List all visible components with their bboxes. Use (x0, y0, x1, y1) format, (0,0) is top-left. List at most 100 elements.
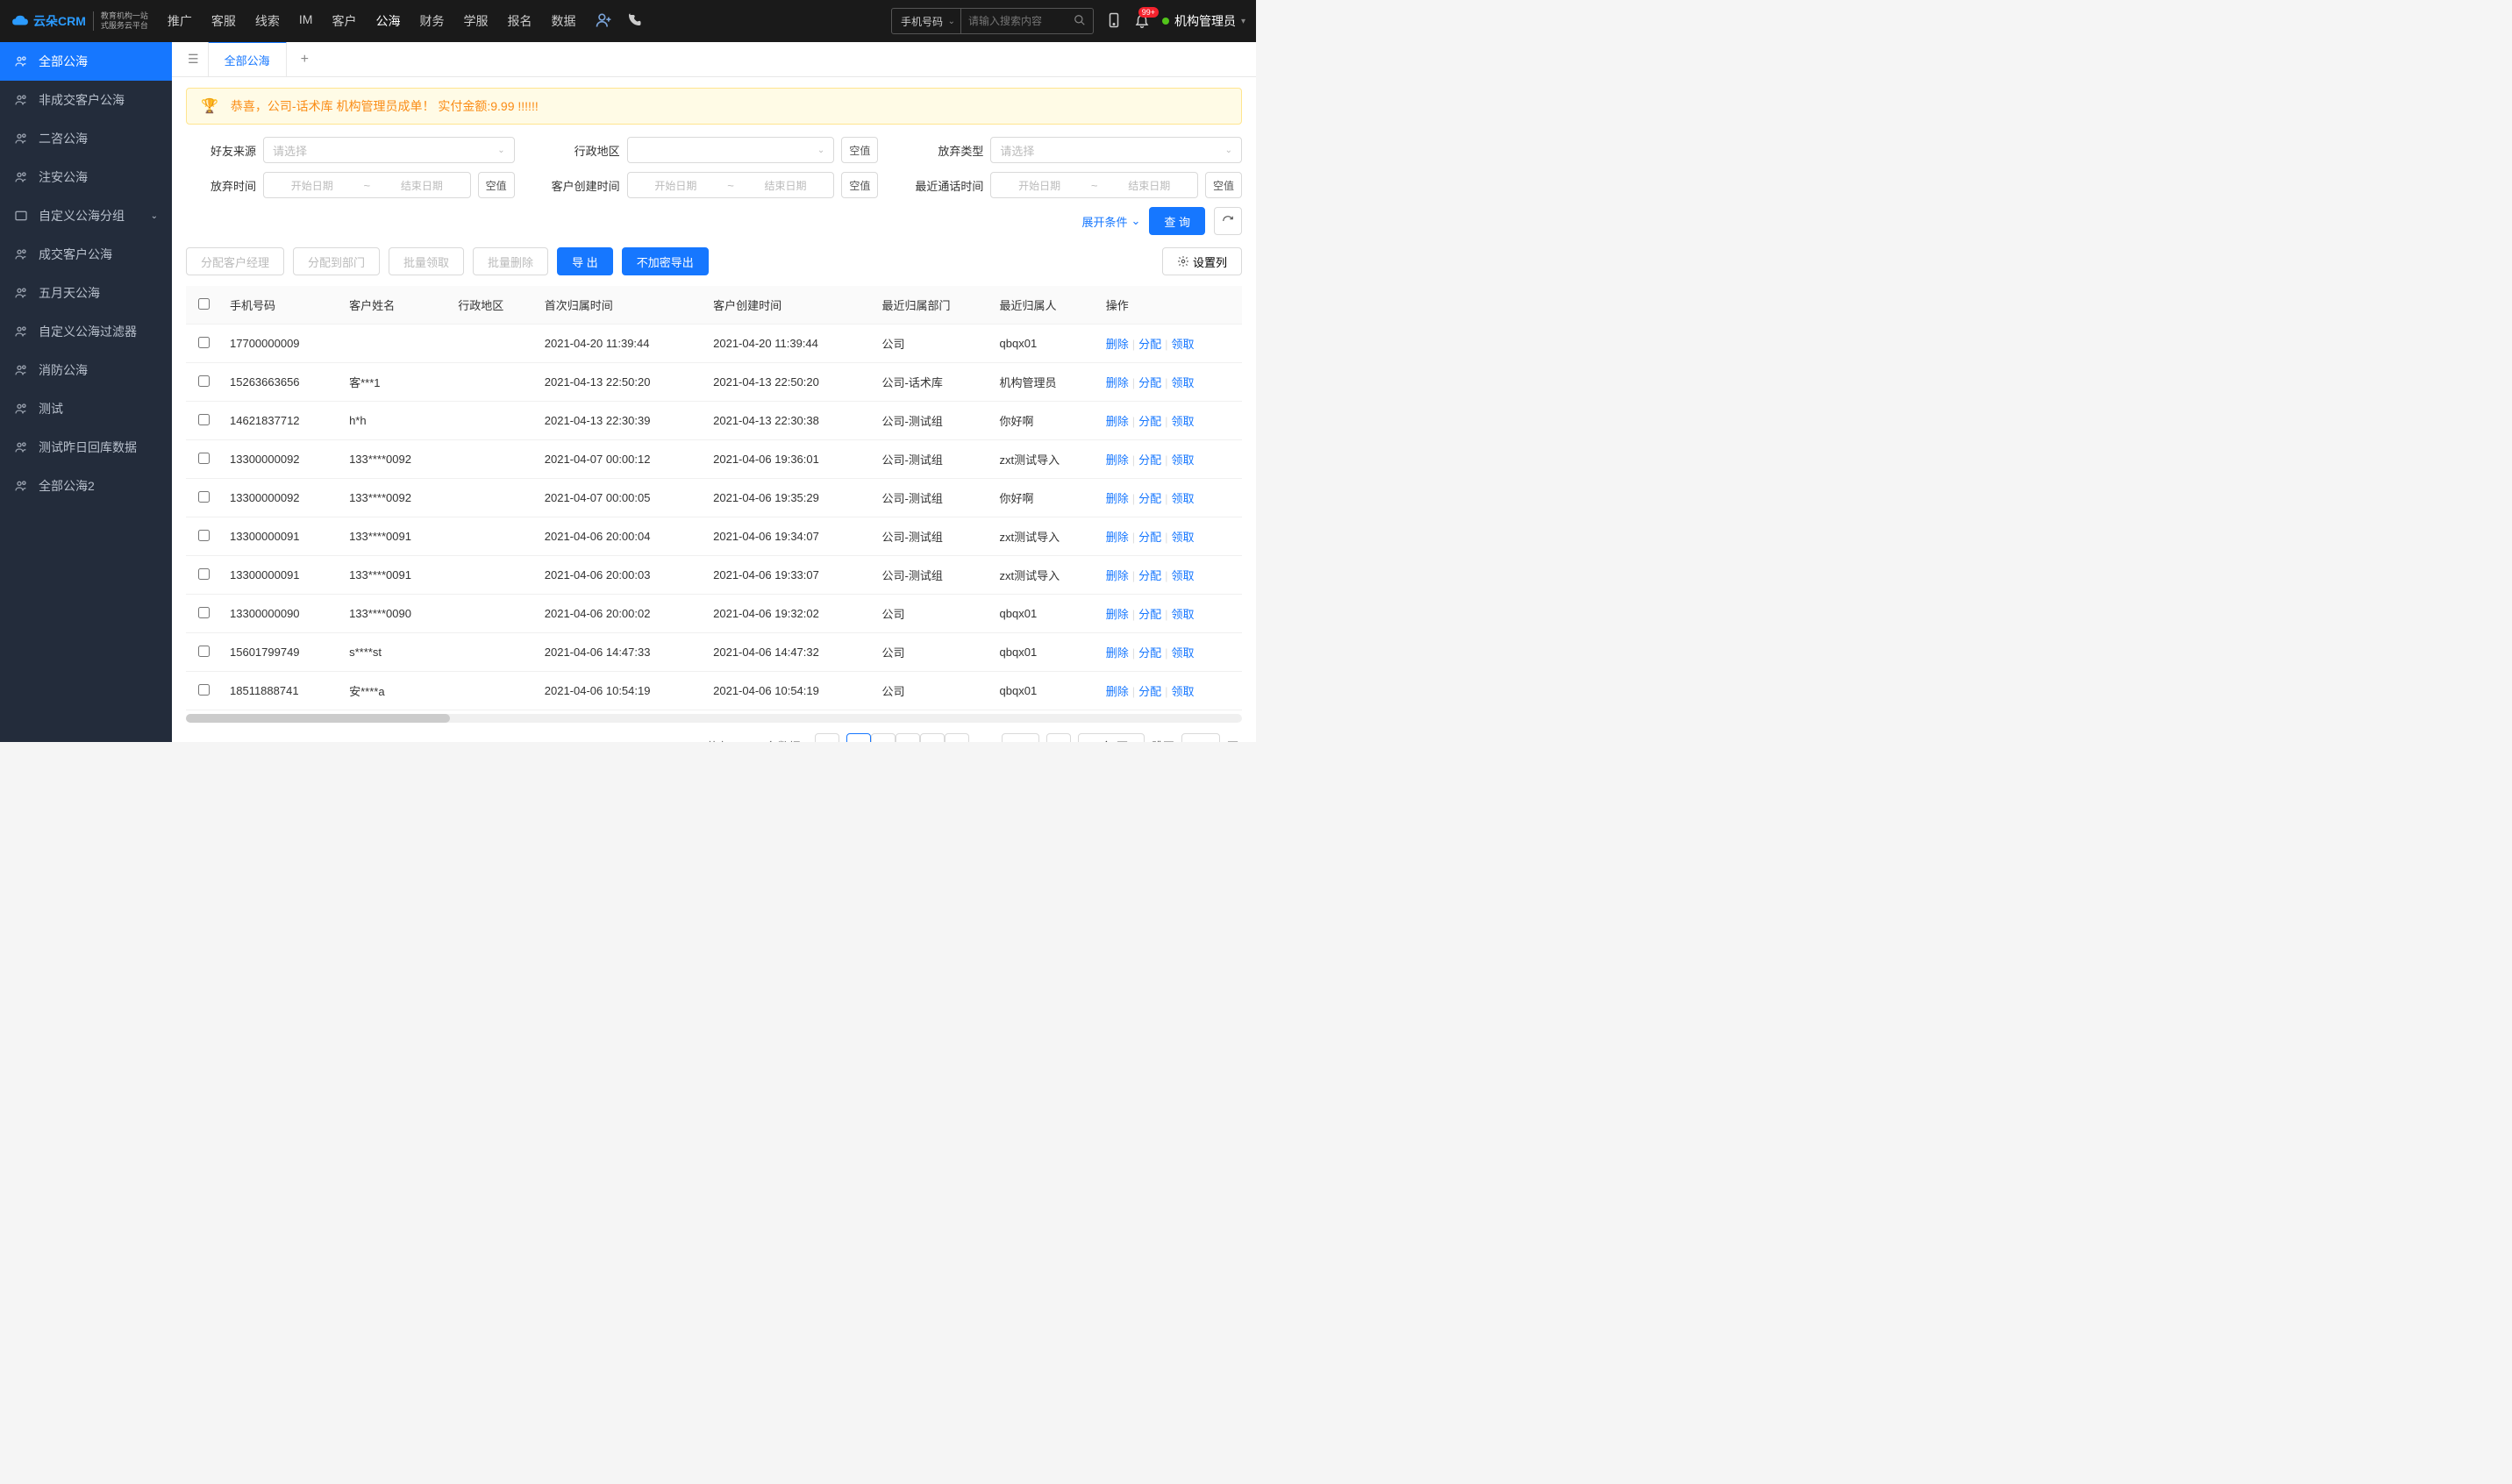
region-select[interactable]: ⌄ (627, 137, 835, 163)
expand-filters-link[interactable]: 展开条件 ⌄ (1081, 213, 1140, 230)
batch-delete-button[interactable]: 批量删除 (473, 247, 548, 275)
abandon-time-empty-button[interactable]: 空值 (478, 172, 515, 198)
assign-link[interactable]: 分配 (1138, 608, 1161, 621)
claim-link[interactable]: 领取 (1172, 338, 1195, 351)
row-checkbox[interactable] (198, 530, 210, 541)
mobile-icon[interactable] (1106, 12, 1122, 31)
row-checkbox[interactable] (198, 568, 210, 580)
sidebar-item[interactable]: 五月天公海 (0, 274, 172, 312)
user-menu[interactable]: 机构管理员 ▾ (1162, 12, 1245, 30)
assign-dept-button[interactable]: 分配到部门 (293, 247, 380, 275)
nav-item[interactable]: 学服 (461, 9, 489, 33)
delete-link[interactable]: 删除 (1106, 531, 1129, 544)
nav-item[interactable]: 客户 (330, 9, 358, 33)
page-size-select[interactable]: 10 条/页 (1078, 733, 1145, 742)
row-checkbox[interactable] (198, 491, 210, 503)
nav-item[interactable]: 报名 (505, 9, 533, 33)
nav-item[interactable]: 财务 (417, 9, 446, 33)
assign-link[interactable]: 分配 (1138, 338, 1161, 351)
sidebar-item[interactable]: 自定义公海过滤器 (0, 312, 172, 351)
jump-page-input[interactable] (1181, 733, 1220, 742)
select-all-checkbox[interactable] (198, 298, 210, 310)
delete-link[interactable]: 删除 (1106, 492, 1129, 505)
sidebar-item[interactable]: 成交客户公海 (0, 235, 172, 274)
claim-link[interactable]: 领取 (1172, 608, 1195, 621)
page-number-button[interactable]: 4 (920, 733, 945, 742)
assign-link[interactable]: 分配 (1138, 492, 1161, 505)
sidebar-item[interactable]: 全部公海 (0, 42, 172, 81)
create-time-empty-button[interactable]: 空值 (841, 172, 878, 198)
abandon-type-select[interactable]: 请选择⌄ (990, 137, 1242, 163)
row-checkbox[interactable] (198, 607, 210, 618)
sidebar-item[interactable]: 测试昨日回库数据 (0, 428, 172, 467)
logo[interactable]: 云朵CRM 教育机构一站 式服务云平台 (11, 11, 148, 31)
create-time-range[interactable]: 开始日期~结束日期 (627, 172, 835, 198)
assign-link[interactable]: 分配 (1138, 376, 1161, 389)
sidebar-item[interactable]: 非成交客户公海 (0, 81, 172, 119)
sidebar-item[interactable]: 二咨公海 (0, 119, 172, 158)
claim-link[interactable]: 领取 (1172, 685, 1195, 698)
horizontal-scrollbar[interactable] (186, 714, 1242, 723)
delete-link[interactable]: 删除 (1106, 569, 1129, 582)
assign-link[interactable]: 分配 (1138, 569, 1161, 582)
delete-link[interactable]: 删除 (1106, 608, 1129, 621)
set-columns-button[interactable]: 设置列 (1162, 247, 1242, 275)
delete-link[interactable]: 删除 (1106, 338, 1129, 351)
nav-item[interactable]: 推广 (166, 9, 194, 33)
assign-link[interactable]: 分配 (1138, 531, 1161, 544)
claim-link[interactable]: 领取 (1172, 415, 1195, 428)
region-empty-button[interactable]: 空值 (841, 137, 878, 163)
assign-manager-button[interactable]: 分配客户经理 (186, 247, 284, 275)
claim-link[interactable]: 领取 (1172, 531, 1195, 544)
phone-icon[interactable] (626, 12, 642, 31)
row-checkbox[interactable] (198, 684, 210, 696)
last-call-range[interactable]: 开始日期~结束日期 (990, 172, 1198, 198)
row-checkbox[interactable] (198, 646, 210, 657)
sidebar-item[interactable]: 全部公海2 (0, 467, 172, 505)
nav-item[interactable]: 公海 (374, 9, 402, 33)
tab-all-pool[interactable]: 全部公海 (208, 42, 287, 76)
export-button[interactable]: 导 出 (557, 247, 613, 275)
nav-item[interactable]: 数据 (549, 9, 577, 33)
page-number-button[interactable]: 3 (896, 733, 920, 742)
page-number-button[interactable]: 5 (945, 733, 969, 742)
sidebar-item[interactable]: 注安公海 (0, 158, 172, 196)
assign-link[interactable]: 分配 (1138, 685, 1161, 698)
add-user-icon[interactable] (595, 11, 612, 32)
notification-bell-icon[interactable]: 99+ (1134, 12, 1150, 31)
tabs-toggle-icon[interactable]: ☰ (179, 52, 208, 67)
row-checkbox[interactable] (198, 337, 210, 348)
claim-link[interactable]: 领取 (1172, 492, 1195, 505)
nav-item[interactable]: IM (297, 9, 315, 33)
last-page-button[interactable]: 6882 (1002, 733, 1039, 742)
export-plain-button[interactable]: 不加密导出 (622, 247, 709, 275)
delete-link[interactable]: 删除 (1106, 415, 1129, 428)
tab-add-button[interactable]: + (287, 52, 323, 68)
claim-link[interactable]: 领取 (1172, 569, 1195, 582)
delete-link[interactable]: 删除 (1106, 376, 1129, 389)
sidebar-item[interactable]: 消防公海 (0, 351, 172, 389)
assign-link[interactable]: 分配 (1138, 453, 1161, 467)
next-page-button[interactable]: › (1046, 733, 1071, 742)
friend-source-select[interactable]: 请选择⌄ (263, 137, 515, 163)
row-checkbox[interactable] (198, 414, 210, 425)
last-call-empty-button[interactable]: 空值 (1205, 172, 1242, 198)
search-type-select[interactable]: 手机号码 (892, 9, 961, 33)
prev-page-button[interactable]: ‹ (815, 733, 839, 742)
claim-link[interactable]: 领取 (1172, 376, 1195, 389)
page-number-button[interactable]: 2 (871, 733, 896, 742)
refresh-button[interactable] (1214, 207, 1242, 235)
claim-link[interactable]: 领取 (1172, 646, 1195, 660)
delete-link[interactable]: 删除 (1106, 685, 1129, 698)
abandon-time-range[interactable]: 开始日期~结束日期 (263, 172, 471, 198)
assign-link[interactable]: 分配 (1138, 646, 1161, 660)
row-checkbox[interactable] (198, 375, 210, 387)
query-button[interactable]: 查 询 (1149, 207, 1205, 235)
assign-link[interactable]: 分配 (1138, 415, 1161, 428)
delete-link[interactable]: 删除 (1106, 453, 1129, 467)
search-input[interactable] (961, 15, 1067, 27)
nav-item[interactable]: 客服 (210, 9, 238, 33)
row-checkbox[interactable] (198, 453, 210, 464)
sidebar-item[interactable]: 测试 (0, 389, 172, 428)
page-number-button[interactable]: 1 (846, 733, 871, 742)
